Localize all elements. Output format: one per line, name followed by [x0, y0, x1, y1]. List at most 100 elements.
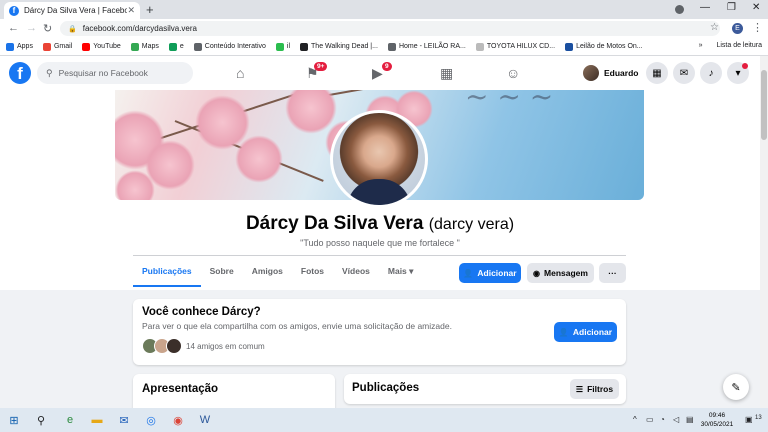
- mutual-friends-count: 14 amigos em comum: [186, 341, 265, 351]
- bookmark-item[interactable]: YouTube: [82, 42, 121, 51]
- facebook-logo-icon[interactable]: f: [9, 62, 31, 84]
- tab-sobre[interactable]: Sobre: [201, 262, 243, 287]
- bookmark-item[interactable]: Leilão de Motos On...: [565, 42, 643, 51]
- filters-button[interactable]: ☰ Filtros: [570, 379, 619, 399]
- bookmark-favicon-icon: [6, 42, 14, 51]
- bookmark-label: Apps: [17, 43, 33, 50]
- tray-battery-icon[interactable]: ▭: [646, 415, 654, 424]
- tray-volume-icon[interactable]: ◁: [673, 415, 679, 424]
- bookmark-label: e: [179, 43, 184, 50]
- windows-start-icon[interactable]: ⊞: [6, 412, 22, 428]
- add-friend-button[interactable]: 👤 Adicionar: [459, 263, 521, 283]
- suggestion-add-friend-button[interactable]: 👤 Adicionar: [554, 322, 617, 342]
- search-placeholder: Pesquisar no Facebook: [58, 68, 148, 78]
- window-close-icon[interactable]: ✕: [752, 2, 760, 13]
- bookmark-star-icon[interactable]: ☆: [710, 22, 719, 33]
- bookmark-item[interactable]: Conteúdo Interativo: [193, 42, 266, 51]
- tab-publicacoes[interactable]: Publicações: [133, 262, 201, 287]
- bookmark-label: Conteúdo Interativo: [204, 43, 266, 50]
- profile-alt-name: (darcy vera): [428, 216, 515, 233]
- tray-language-icon[interactable]: ▤: [686, 415, 694, 424]
- intro-title: Apresentação: [142, 383, 219, 395]
- new-tab-icon[interactable]: +: [146, 2, 154, 17]
- chrome-icon[interactable]: ◉: [170, 412, 186, 428]
- messenger-small-icon: ◉: [533, 268, 541, 278]
- tray-chevron-icon[interactable]: ^: [633, 415, 637, 424]
- home-icon[interactable]: ⌂: [236, 65, 244, 81]
- profile-picture[interactable]: [333, 113, 425, 205]
- posts-title: Publicações: [352, 382, 420, 394]
- facebook-search-input[interactable]: ⚲ Pesquisar no Facebook: [37, 62, 193, 84]
- bookmark-favicon-icon: [300, 42, 309, 51]
- mutual-friends[interactable]: 14 amigos em comum: [142, 338, 265, 354]
- groups-icon[interactable]: ☺: [506, 65, 520, 81]
- bookmarks-bar: Apps Gmail YouTube Maps e Conteúdo Interativo…: [0, 38, 768, 56]
- browser-profile-avatar[interactable]: E: [732, 23, 743, 34]
- bookmark-item[interactable]: TOYOTA HILUX CD...: [475, 42, 555, 51]
- tab-title: Dárcy Da Silva Vera | Facebook: [24, 6, 128, 15]
- message-label: Mensagem: [544, 268, 588, 278]
- messenger-icon[interactable]: ✉: [673, 62, 695, 84]
- bookmark-item[interactable]: Apps: [6, 42, 33, 51]
- profile-tabs: Publicações Sobre Amigos Fotos Vídeos Ma…: [133, 262, 422, 287]
- profile-name: Dárcy Da Silva Vera: [245, 213, 424, 234]
- tab-fotos[interactable]: Fotos: [292, 262, 333, 287]
- browser-menu-icon[interactable]: ⋮: [752, 21, 763, 34]
- add-friend-icon: 👤: [463, 268, 474, 278]
- bookmarks-right: » Lista de leitura: [699, 42, 762, 49]
- tab-close-icon[interactable]: ✕: [127, 5, 135, 16]
- tray-network-icon[interactable]: ◔: [660, 415, 665, 424]
- back-icon[interactable]: ←: [8, 22, 19, 34]
- edge-icon[interactable]: ◎: [143, 412, 159, 428]
- bookmark-label: Home - LEILÃO RA...: [398, 43, 466, 50]
- browser-tabstrip: f Dárcy Da Silva Vera | Facebook ✕ + — ❐…: [0, 0, 768, 19]
- add-friend-label: Adicionar: [477, 268, 517, 278]
- user-name: Eduardo: [604, 68, 639, 78]
- word-icon[interactable]: W: [197, 412, 213, 428]
- menu-grid-icon[interactable]: ▦: [646, 62, 668, 84]
- file-explorer-icon[interactable]: ▬: [89, 412, 105, 428]
- filter-sliders-icon: ☰: [575, 384, 584, 394]
- message-button[interactable]: ◉ Mensagem: [527, 263, 594, 283]
- more-options-label: ···: [608, 268, 617, 278]
- more-options-button[interactable]: ···: [599, 263, 626, 283]
- edge-legacy-icon[interactable]: e: [62, 412, 78, 428]
- maximize-icon[interactable]: ❐: [727, 2, 736, 13]
- media-record-icon[interactable]: [675, 5, 684, 14]
- more-bookmarks-icon[interactable]: »: [699, 42, 703, 49]
- taskbar-clock[interactable]: 09:46 30/05/2021: [694, 411, 740, 429]
- marketplace-icon[interactable]: ▦: [440, 65, 453, 82]
- bookmark-item[interactable]: il: [275, 42, 290, 51]
- notification-count: 13: [755, 415, 762, 421]
- address-bar[interactable]: 🔒 facebook.com/darcydasilva.vera: [60, 21, 720, 36]
- bookmark-favicon-icon: [168, 42, 177, 51]
- new-message-fab[interactable]: ✎: [723, 374, 749, 400]
- outlook-icon[interactable]: ✉: [116, 412, 132, 428]
- profile-divider: [133, 255, 626, 256]
- user-profile-chip[interactable]: Eduardo: [583, 65, 638, 81]
- user-avatar: [583, 65, 599, 81]
- bookmark-item[interactable]: e: [168, 42, 184, 51]
- bookmark-item[interactable]: The Walking Dead |...: [300, 42, 378, 51]
- minimize-icon[interactable]: —: [700, 2, 710, 13]
- bookmark-favicon-icon: [193, 42, 202, 51]
- taskbar-search-icon[interactable]: ⚲: [33, 412, 49, 428]
- browser-tab[interactable]: f Dárcy Da Silva Vera | Facebook ✕: [4, 2, 140, 19]
- bookmark-item[interactable]: Home - LEILÃO RA...: [387, 42, 466, 51]
- bookmark-favicon-icon: [387, 42, 396, 51]
- tab-videos[interactable]: Vídeos: [333, 262, 379, 287]
- action-center-icon[interactable]: ▣: [745, 415, 753, 424]
- compose-icon: ✎: [731, 381, 741, 394]
- scrollbar-thumb[interactable]: [761, 70, 767, 140]
- filters-label: Filtros: [587, 384, 614, 394]
- notifications-bell-icon[interactable]: ♪: [700, 62, 722, 84]
- tab-mais[interactable]: Mais ▾: [379, 262, 423, 287]
- bookmark-item[interactable]: Maps: [130, 42, 159, 51]
- mutual-friend-avatar: [166, 338, 182, 354]
- bookmark-item[interactable]: Gmail: [42, 42, 72, 51]
- reload-icon[interactable]: ↻: [43, 22, 52, 35]
- tab-amigos[interactable]: Amigos: [243, 262, 292, 287]
- forward-icon[interactable]: →: [26, 22, 37, 34]
- bookmark-favicon-icon: [565, 42, 574, 51]
- reading-list-link[interactable]: Lista de leitura: [716, 42, 762, 49]
